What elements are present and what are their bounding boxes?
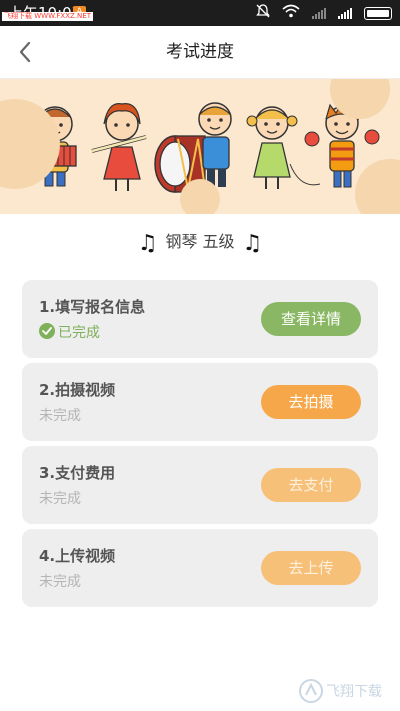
check-circle-icon [39,323,55,339]
mute-icon [256,3,270,23]
page-title: 考试进度 [166,42,234,62]
site-watermark: 飞翔下载 [298,677,394,705]
instrument-grade: ♫ 钢琴 五级 ♫ [0,228,400,256]
view-details-button[interactable]: 查看详情 [261,302,361,336]
step-status: 未完成 [39,491,81,507]
step-title: 1.填写报名信息 [39,298,146,316]
signal-icon [338,7,352,19]
music-note-icon: ♫ [242,231,263,256]
instrument-grade-label: 钢琴 五级 [165,232,235,251]
music-note-icon: ♫ [137,231,158,256]
wifi-icon [282,4,300,23]
step-title: 2.拍摄视频 [39,381,116,399]
watermark-top: 飞翔下载 WWW.FXXZ.NET [2,12,93,21]
step-title: 4.上传视频 [39,547,116,565]
step-status: 已完成 [58,325,100,341]
signal-icon-secondary [312,7,326,19]
status-bar: 上午10:07 A 飞翔下载 WWW.FXXZ.NET [0,0,400,26]
step-title: 3.支付费用 [39,464,116,482]
step-card-fill-registration: 1.填写报名信息 已完成 查看详情 [22,280,378,358]
go-pay-button[interactable]: 去支付 [261,468,361,502]
step-status: 未完成 [39,574,81,590]
nav-header: 考试进度 [0,26,400,79]
battery-icon [364,6,392,20]
watermark-text: 飞翔下载 [326,684,382,700]
status-icons [256,3,392,23]
step-card-pay-fee: 3.支付费用 未完成 去支付 [22,446,378,524]
go-upload-button[interactable]: 去上传 [261,551,361,585]
kids-band-banner [0,79,400,214]
step-card-shoot-video: 2.拍摄视频 未完成 去拍摄 [22,363,378,441]
step-card-upload-video: 4.上传视频 未完成 去上传 [22,529,378,607]
go-shoot-button[interactable]: 去拍摄 [261,385,361,419]
step-status: 未完成 [39,408,81,424]
